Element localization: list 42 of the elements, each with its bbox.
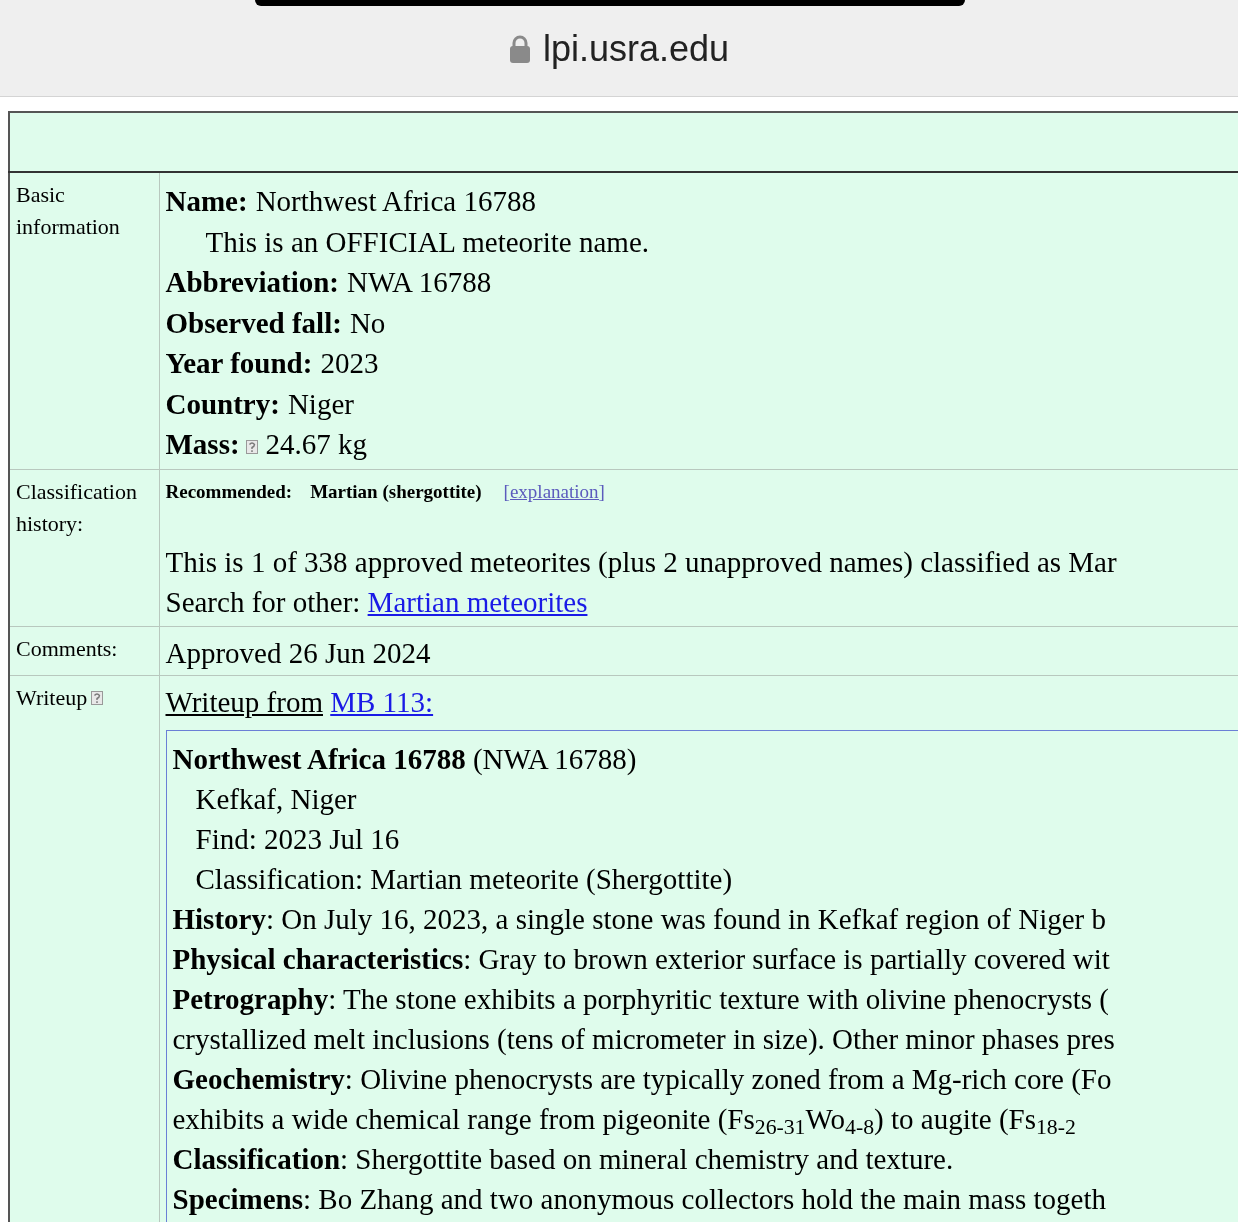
- row-label: Writeup: [16, 684, 88, 710]
- search-link[interactable]: Martian meteorites: [367, 585, 588, 618]
- recommended-class: Martian (shergottite): [310, 479, 482, 504]
- writeup-text: crystallized melt inclusions (tens of micrometer in size). Other minor phases pres: [172, 1022, 1115, 1055]
- writeup-text: Classification: Martian meteorite (Shergottite): [195, 862, 733, 895]
- row-label: Comments:: [16, 635, 118, 661]
- row-label: Classification history:: [16, 478, 137, 536]
- field-value: No: [349, 306, 386, 339]
- field-label: Abbreviation:: [165, 266, 339, 298]
- recommended-label: Recommended:: [165, 479, 293, 504]
- writeup-lead: Writeup from: [165, 685, 323, 718]
- field-value: 24.67 kg: [265, 428, 368, 460]
- writeup-text: History: On July 16, 2023, a single stone was found in Kefkaf region of Niger b: [172, 902, 1106, 935]
- writeup-text: exhibits a wide chemical range from pigeonite (Fs$_{26-31}$Wo$_{4-8}$) to augite (Fs$_{18-2}$: [172, 1102, 1076, 1135]
- writeup-text: Physical characteristics: Gray to brown exterior surface is partially covered wit: [172, 942, 1110, 975]
- source-link[interactable]: MB 113:: [330, 685, 434, 718]
- field-value: Niger: [287, 387, 354, 420]
- writeup-text: Specimens: Bo Zhang and two anonymous collectors hold the main mass togeth: [172, 1182, 1106, 1215]
- url-text[interactable]: lpi.usra.edu: [542, 22, 730, 76]
- writeup-text: Petrography: The stone exhibits a porphyritic texture with olivine phenocrysts (: [172, 982, 1109, 1015]
- field-label: Country:: [165, 387, 280, 420]
- row-label: Basic information: [16, 182, 120, 239]
- field-value: 2023: [320, 347, 379, 379]
- field-label: Name:: [165, 185, 248, 217]
- help-icon[interactable]: [245, 440, 258, 454]
- field-value: NWA 16788: [347, 266, 492, 298]
- comment-text: Approved 26 Jun 2024: [165, 636, 431, 669]
- writeup-text: Classification: Shergottite based on mineral chemistry and texture.: [172, 1142, 954, 1175]
- field-label: Mass:: [165, 428, 240, 460]
- search-label: Search for other:: [165, 585, 361, 618]
- help-icon[interactable]: [91, 690, 104, 705]
- writeup-text: Northwest Africa 16788 (NWA 16788): [172, 742, 637, 775]
- explanation-link[interactable]: [explanation]: [503, 479, 605, 504]
- field-label: Year found:: [165, 347, 313, 379]
- writeup-text: Kefkaf, Niger: [195, 782, 357, 815]
- note-text: This is an OFFICIAL meteorite name.: [205, 225, 649, 258]
- lock-icon: [508, 34, 531, 64]
- summary-text: This is 1 of 338 approved meteorites (plus 2 unapproved names) classified as Mar: [165, 545, 1117, 578]
- field-value: Northwest Africa 16788: [255, 185, 536, 217]
- field-label: Observed fall:: [165, 306, 342, 339]
- writeup-text: Geochemistry: Olivine phenocrysts are typically zoned from a Mg-rich core (Fo: [172, 1062, 1112, 1095]
- writeup-text: Find: 2023 Jul 16: [195, 822, 400, 855]
